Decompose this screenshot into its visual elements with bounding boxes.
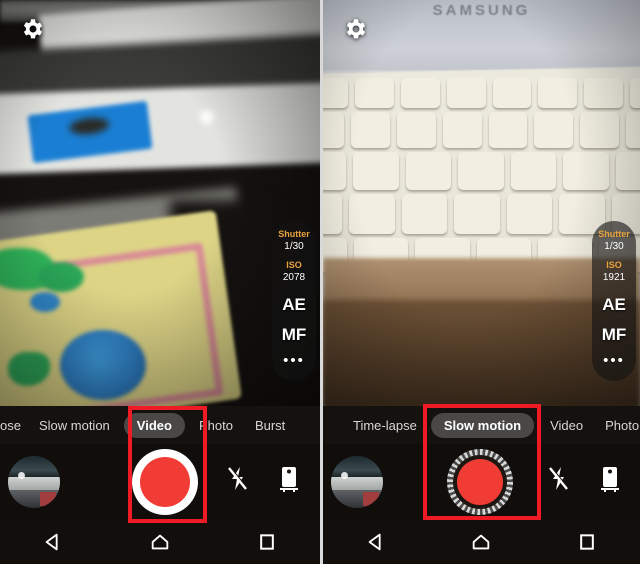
recents-icon xyxy=(580,534,594,550)
thumbnail-layer xyxy=(341,472,348,479)
record-dot xyxy=(140,457,190,507)
mf-button[interactable]: MF xyxy=(592,320,636,350)
record-ring-inner xyxy=(453,455,507,509)
iso-label: ISO xyxy=(606,260,622,270)
flash-off-icon xyxy=(549,466,569,490)
shutter-value: 1/30 xyxy=(284,241,304,252)
mode-selector-left[interactable]: ose Slow motion Video Photo Burst xyxy=(0,406,320,444)
shutter-label: Shutter xyxy=(278,229,310,239)
nav-recents-button-left[interactable] xyxy=(247,527,287,557)
shutter-bar-right xyxy=(323,444,640,520)
mf-button[interactable]: MF xyxy=(272,320,316,350)
mode-option-burst-partial[interactable]: ose xyxy=(0,418,23,433)
shutter-bar-left xyxy=(0,444,320,520)
record-dot xyxy=(457,459,503,505)
nav-back-button-right[interactable] xyxy=(356,527,396,557)
iso-setting[interactable]: ISO 1921 xyxy=(592,259,636,290)
flash-off-button-left[interactable] xyxy=(224,464,254,498)
nav-home-button-left[interactable] xyxy=(140,527,180,557)
android-navigation-bar-right xyxy=(323,520,640,564)
mode-option-time-lapse[interactable]: Time-lapse xyxy=(351,418,419,433)
home-icon xyxy=(473,534,490,550)
camera-settings-rail-left: Shutter 1/30 ISO 2078 AE MF ••• xyxy=(272,221,316,381)
iso-label: ISO xyxy=(286,260,302,270)
gear-icon xyxy=(23,19,43,39)
mode-option-video[interactable]: Video xyxy=(548,418,585,433)
more-options-button[interactable]: ••• xyxy=(272,350,316,372)
settings-gear-button-left[interactable] xyxy=(20,16,46,42)
iso-value: 2078 xyxy=(282,272,306,283)
phone-panel-left: Shutter 1/30 ISO 2078 AE MF ••• ose Slow… xyxy=(0,0,320,564)
flash-off-icon xyxy=(228,466,248,490)
record-button-right[interactable] xyxy=(447,449,513,515)
nav-recents-button-right[interactable] xyxy=(567,527,607,557)
camera-switch-icon xyxy=(280,467,298,492)
mode-option-slow-motion[interactable]: Slow motion xyxy=(37,418,112,433)
mode-option-photo[interactable]: Photo xyxy=(197,418,235,433)
nav-home-button-right[interactable] xyxy=(461,527,501,557)
settings-gear-button-right[interactable] xyxy=(343,16,369,42)
camera-settings-rail-right: Shutter 1/30 ISO 1921 AE MF ••• xyxy=(592,221,636,381)
iso-value: 1921 xyxy=(602,272,626,283)
mode-selector-right[interactable]: Time-lapse Slow motion Video Photo xyxy=(323,406,640,444)
iso-setting[interactable]: ISO 2078 xyxy=(272,259,316,290)
android-navigation-bar-left xyxy=(0,520,320,564)
home-icon xyxy=(151,534,169,550)
gallery-thumbnail-left[interactable] xyxy=(8,456,60,508)
ae-button[interactable]: AE xyxy=(592,290,636,320)
gear-icon xyxy=(346,19,366,39)
back-icon xyxy=(368,533,381,551)
mode-option-video-selected[interactable]: Video xyxy=(123,412,185,438)
gallery-thumbnail-right[interactable] xyxy=(331,456,383,508)
flash-off-button-right[interactable] xyxy=(545,464,575,498)
ae-button[interactable]: AE xyxy=(272,290,316,320)
thumbnail-layer xyxy=(363,492,379,506)
more-options-button[interactable]: ••• xyxy=(592,350,636,372)
thumbnail-layer xyxy=(40,492,56,506)
mode-option-photo[interactable]: Photo xyxy=(603,418,640,433)
recents-icon xyxy=(259,534,274,550)
mode-option-slow-motion-selected[interactable]: Slow motion xyxy=(430,412,535,438)
shutter-label: Shutter xyxy=(598,229,630,239)
shutter-setting[interactable]: Shutter 1/30 xyxy=(272,228,316,259)
camera-comparison-screenshot: Shutter 1/30 ISO 2078 AE MF ••• ose Slow… xyxy=(0,0,640,564)
camera-switch-button-left[interactable] xyxy=(276,464,306,498)
back-icon xyxy=(45,533,58,551)
shutter-setting[interactable]: Shutter 1/30 xyxy=(592,228,636,259)
mode-option-burst[interactable]: Burst xyxy=(253,418,287,433)
phone-panel-right: SAMSUNG xyxy=(320,0,640,564)
camera-switch-button-right[interactable] xyxy=(597,464,627,498)
shutter-value: 1/30 xyxy=(604,241,624,252)
thumbnail-layer xyxy=(18,472,25,479)
nav-back-button-left[interactable] xyxy=(33,527,73,557)
record-button-left[interactable] xyxy=(132,449,198,515)
camera-switch-icon xyxy=(601,467,619,492)
